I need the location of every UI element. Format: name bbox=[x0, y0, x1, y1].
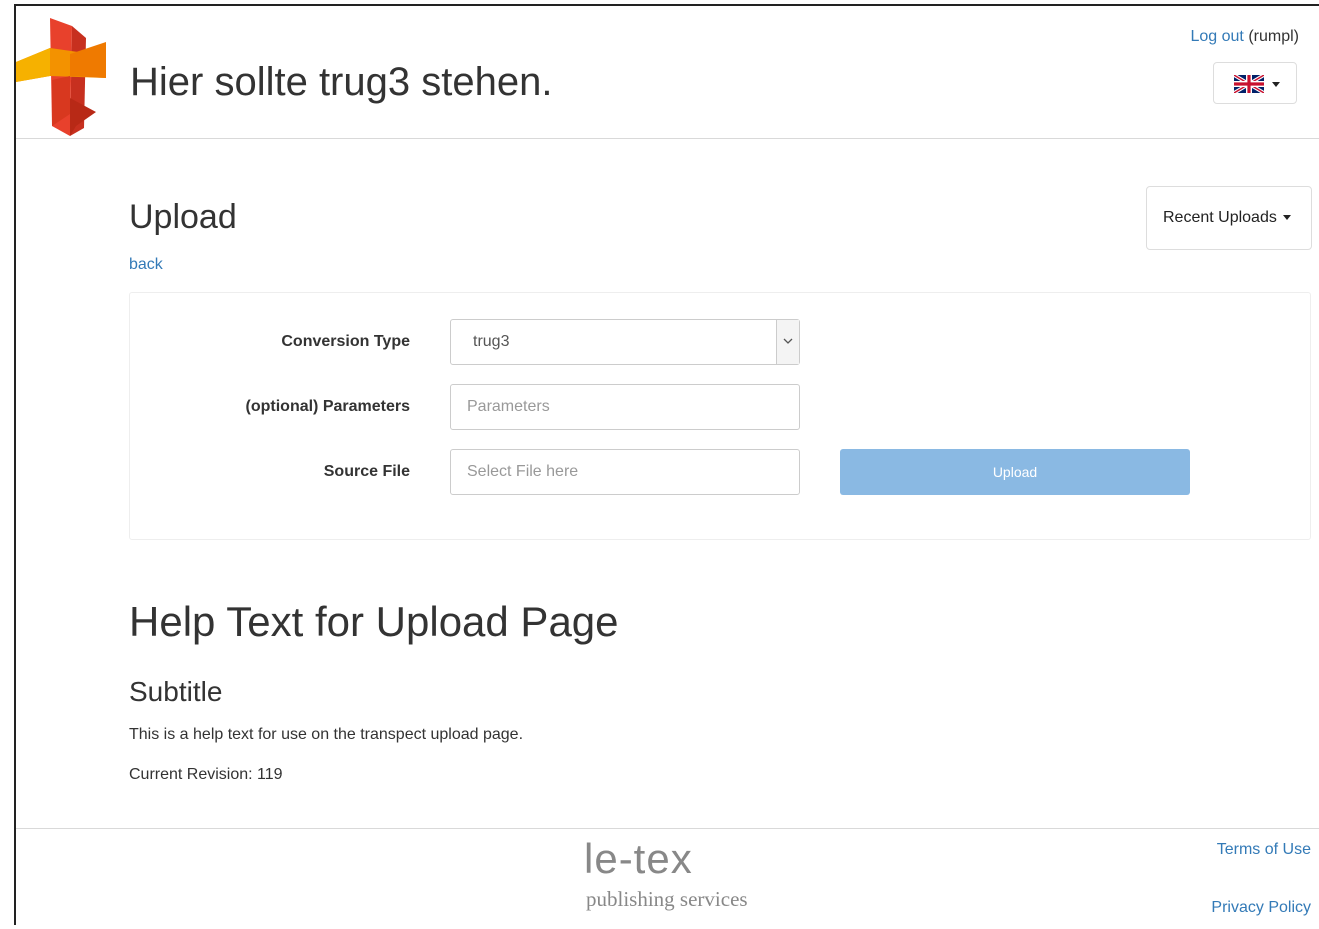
logout-area: Log out (rumpl) bbox=[1190, 28, 1299, 46]
help-title: Help Text for Upload Page bbox=[129, 598, 619, 645]
uk-flag-icon bbox=[1234, 75, 1264, 93]
conversion-type-label: Conversion Type bbox=[281, 333, 410, 350]
chevron-down-icon bbox=[783, 338, 793, 344]
upload-button[interactable]: Upload bbox=[840, 449, 1190, 495]
header: Hier sollte trug3 stehen. Log out (rumpl… bbox=[16, 6, 1319, 139]
recent-uploads-dropdown-button[interactable]: Recent Uploads bbox=[1146, 186, 1312, 250]
footer: le-tex publishing services Terms of Use … bbox=[16, 828, 1319, 929]
parameters-input[interactable] bbox=[450, 384, 800, 430]
terms-of-use-link[interactable]: Terms of Use bbox=[1217, 841, 1311, 859]
parameters-label-wrap: (optional) Parameters bbox=[130, 384, 410, 430]
current-revision: Current Revision: 119 bbox=[129, 766, 283, 783]
source-file-label-wrap: Source File bbox=[130, 449, 410, 495]
upload-page-title: Upload bbox=[129, 198, 237, 236]
site-title: Hier sollte trug3 stehen. bbox=[130, 60, 553, 104]
footer-brand: le-tex bbox=[584, 835, 693, 882]
help-subtitle: Subtitle bbox=[129, 676, 223, 707]
language-dropdown-button[interactable] bbox=[1213, 62, 1297, 104]
logout-link[interactable]: Log out bbox=[1190, 28, 1243, 45]
letex-logo: le-tex publishing services bbox=[584, 835, 784, 915]
source-file-label: Source File bbox=[323, 463, 410, 480]
conversion-type-select[interactable]: trug3 bbox=[450, 319, 800, 365]
chevron-down-icon bbox=[1272, 82, 1280, 87]
username-label: (rumpl) bbox=[1248, 28, 1299, 45]
conversion-type-label-wrap: Conversion Type bbox=[130, 319, 410, 365]
upload-form: Conversion Type trug3 (optional) Paramet… bbox=[129, 292, 1311, 540]
source-file-input[interactable] bbox=[450, 449, 800, 495]
conversion-type-value: trug3 bbox=[473, 333, 510, 350]
back-link[interactable]: back bbox=[129, 256, 163, 274]
trug-logo-icon bbox=[16, 18, 106, 136]
parameters-label: (optional) Parameters bbox=[245, 398, 410, 415]
select-arrow[interactable] bbox=[776, 320, 799, 364]
page-frame: Hier sollte trug3 stehen. Log out (rumpl… bbox=[14, 4, 1319, 925]
chevron-down-icon bbox=[1282, 215, 1291, 221]
recent-uploads-label: Recent Uploads bbox=[1163, 209, 1277, 226]
help-body-text: This is a help text for use on the trans… bbox=[129, 726, 524, 743]
footer-tagline: publishing services bbox=[586, 887, 748, 911]
privacy-policy-link[interactable]: Privacy Policy bbox=[1211, 899, 1311, 917]
